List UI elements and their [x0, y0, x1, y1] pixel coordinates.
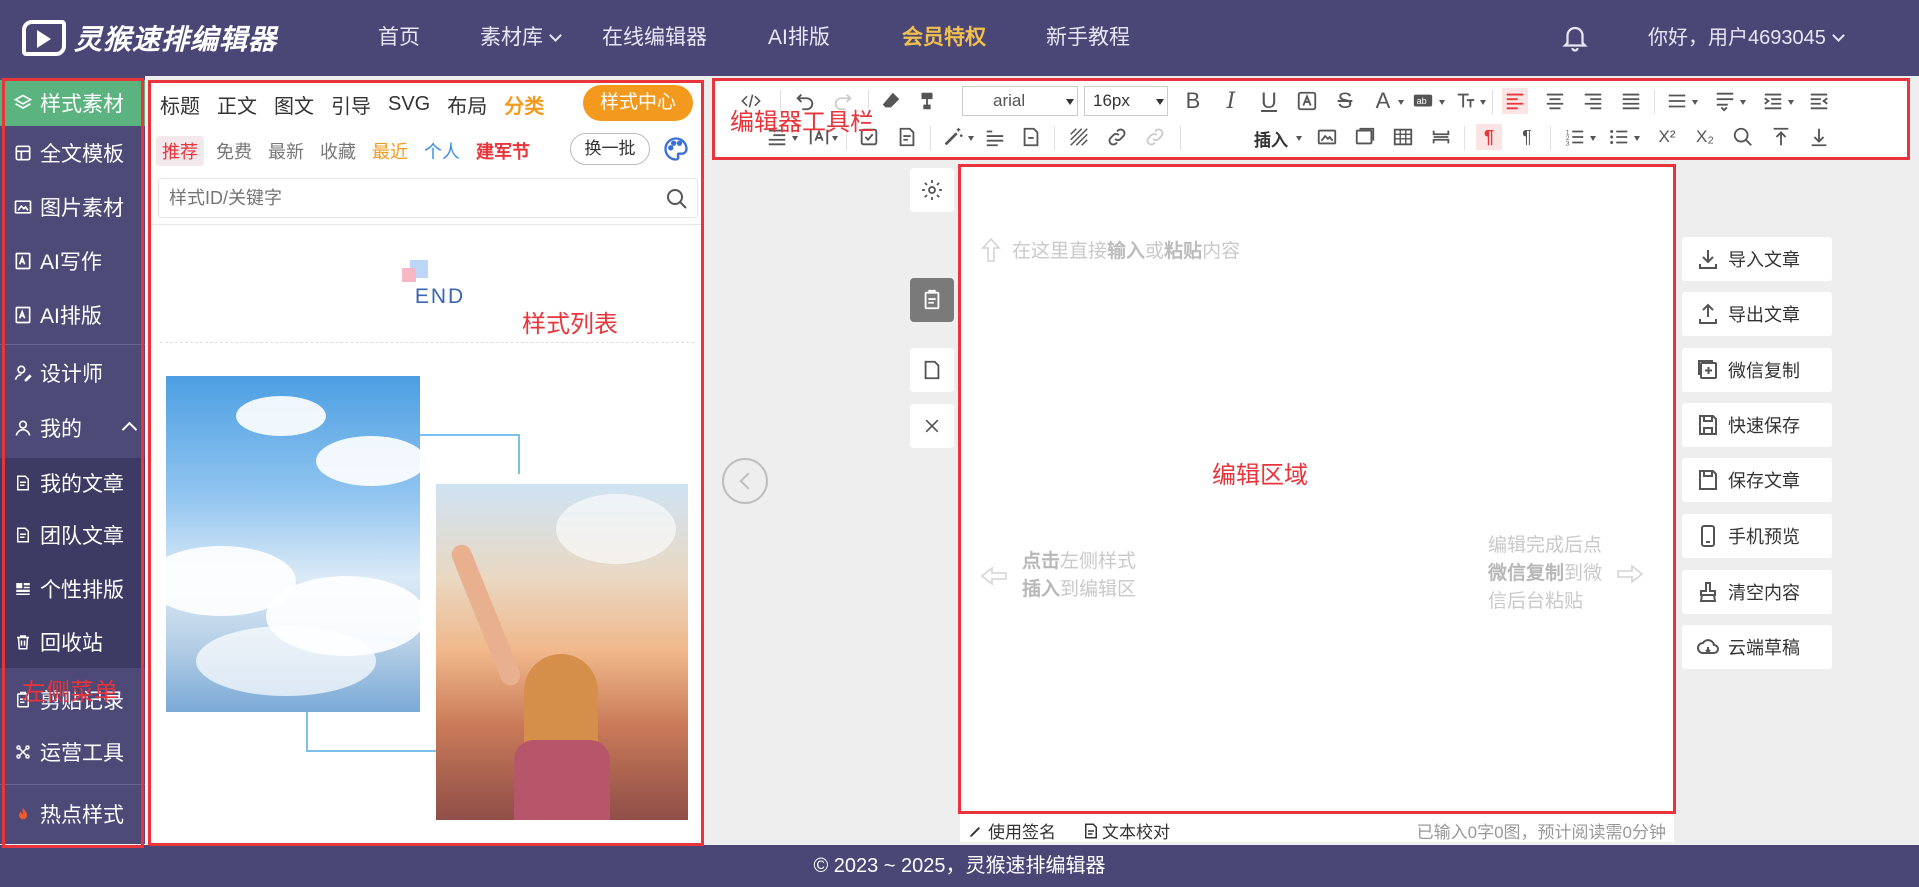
user-menu[interactable]: 你好，用户4693045 — [1648, 0, 1845, 76]
nav-online-editor[interactable]: 在线编辑器 — [602, 0, 707, 76]
wechat-copy-icon — [1698, 360, 1717, 379]
cloud-icon — [1697, 639, 1719, 654]
new-document-button[interactable] — [910, 348, 954, 392]
brand-name: 灵猴速排编辑器 — [74, 24, 278, 55]
action-label: 云端草稿 — [1728, 638, 1800, 658]
proofread-button[interactable]: 文本校对 — [1082, 818, 1170, 843]
action-label: 微信复制 — [1728, 361, 1800, 381]
copyright-text: © 2023 ~ 2025，灵猴速排编辑器 — [813, 855, 1106, 877]
annotation-box-left-menu — [2, 78, 144, 848]
annotation-box-style-list — [148, 80, 704, 846]
document-check-icon — [1085, 823, 1097, 838]
bell-icon[interactable] — [1560, 22, 1590, 54]
save-icon — [1699, 470, 1717, 490]
proofread-label: 文本校对 — [1102, 823, 1170, 842]
annotation-label-edit-area: 编辑区域 — [1212, 462, 1308, 489]
use-signature-button[interactable]: 使用签名 — [968, 818, 1056, 843]
quick-save-icon — [1699, 415, 1717, 435]
nav-home[interactable]: 首页 — [378, 0, 420, 76]
chevron-down-icon — [1832, 29, 1845, 42]
close-icon — [925, 419, 939, 433]
nav-material-library[interactable]: 素材库 — [480, 0, 562, 76]
export-article-button[interactable]: 导出文章 — [1682, 292, 1832, 336]
nav-ai-layout[interactable]: AI排版 — [768, 0, 830, 76]
nav-tutorial[interactable]: 新手教程 — [1046, 0, 1130, 76]
export-icon — [1699, 303, 1717, 324]
annotation-label-left-menu: 左侧菜单 — [22, 679, 118, 706]
phone-preview-button[interactable]: 手机预览 — [1682, 514, 1832, 558]
annotation-label-toolbar: 编辑器工具栏 — [730, 109, 874, 136]
clipboard-icon — [924, 289, 940, 310]
wechat-copy-button[interactable]: 微信复制 — [1682, 348, 1832, 392]
editor-status-bar: 使用签名 文本校对 已输入0字0图，预计阅读需0分钟 — [960, 814, 1674, 842]
pen-icon — [970, 826, 980, 837]
nav-material-label: 素材库 — [480, 26, 543, 49]
save-article-button[interactable]: 保存文章 — [1682, 458, 1832, 502]
action-label: 保存文章 — [1728, 471, 1800, 491]
annotation-box-edit-area — [958, 164, 1676, 814]
top-header: 灵猴速排编辑器 首页 素材库 在线编辑器 AI排版 会员特权 新手教程 你好，用… — [0, 0, 1919, 76]
nav-vip[interactable]: 会员特权 — [902, 0, 986, 76]
quick-save-button[interactable]: 快速保存 — [1682, 403, 1832, 447]
signature-label: 使用签名 — [988, 823, 1056, 842]
clear-icon — [1699, 582, 1717, 602]
action-label: 清空内容 — [1728, 583, 1800, 603]
clear-content-button[interactable]: 清空内容 — [1682, 570, 1832, 614]
word-count: 已输入0字0图，预计阅读需0分钟 — [1416, 823, 1666, 842]
editor-settings-button[interactable] — [910, 168, 954, 212]
brand-logo[interactable]: 灵猴速排编辑器 — [22, 18, 277, 58]
paste-board-button[interactable] — [910, 278, 954, 322]
import-article-button[interactable]: 导入文章 — [1682, 237, 1832, 281]
footer: © 2023 ~ 2025，灵猴速排编辑器 — [0, 845, 1919, 887]
action-label: 导入文章 — [1728, 250, 1800, 270]
user-greeting: 你好，用户4693045 — [1648, 27, 1826, 49]
annotation-box-toolbar — [712, 78, 1910, 160]
annotation-label-style-list: 样式列表 — [522, 311, 618, 338]
phone-icon — [1701, 525, 1715, 547]
cloud-draft-button[interactable]: 云端草稿 — [1682, 625, 1832, 669]
close-editor-button[interactable] — [910, 404, 954, 448]
action-label: 导出文章 — [1728, 305, 1800, 325]
chevron-down-icon — [549, 29, 562, 42]
action-label: 快速保存 — [1728, 416, 1800, 436]
document-icon — [924, 360, 940, 380]
logo-icon — [22, 20, 66, 56]
action-label: 手机预览 — [1728, 527, 1800, 547]
gear-icon — [922, 180, 942, 200]
collapse-panel-button[interactable] — [722, 458, 768, 504]
import-icon — [1699, 250, 1717, 269]
